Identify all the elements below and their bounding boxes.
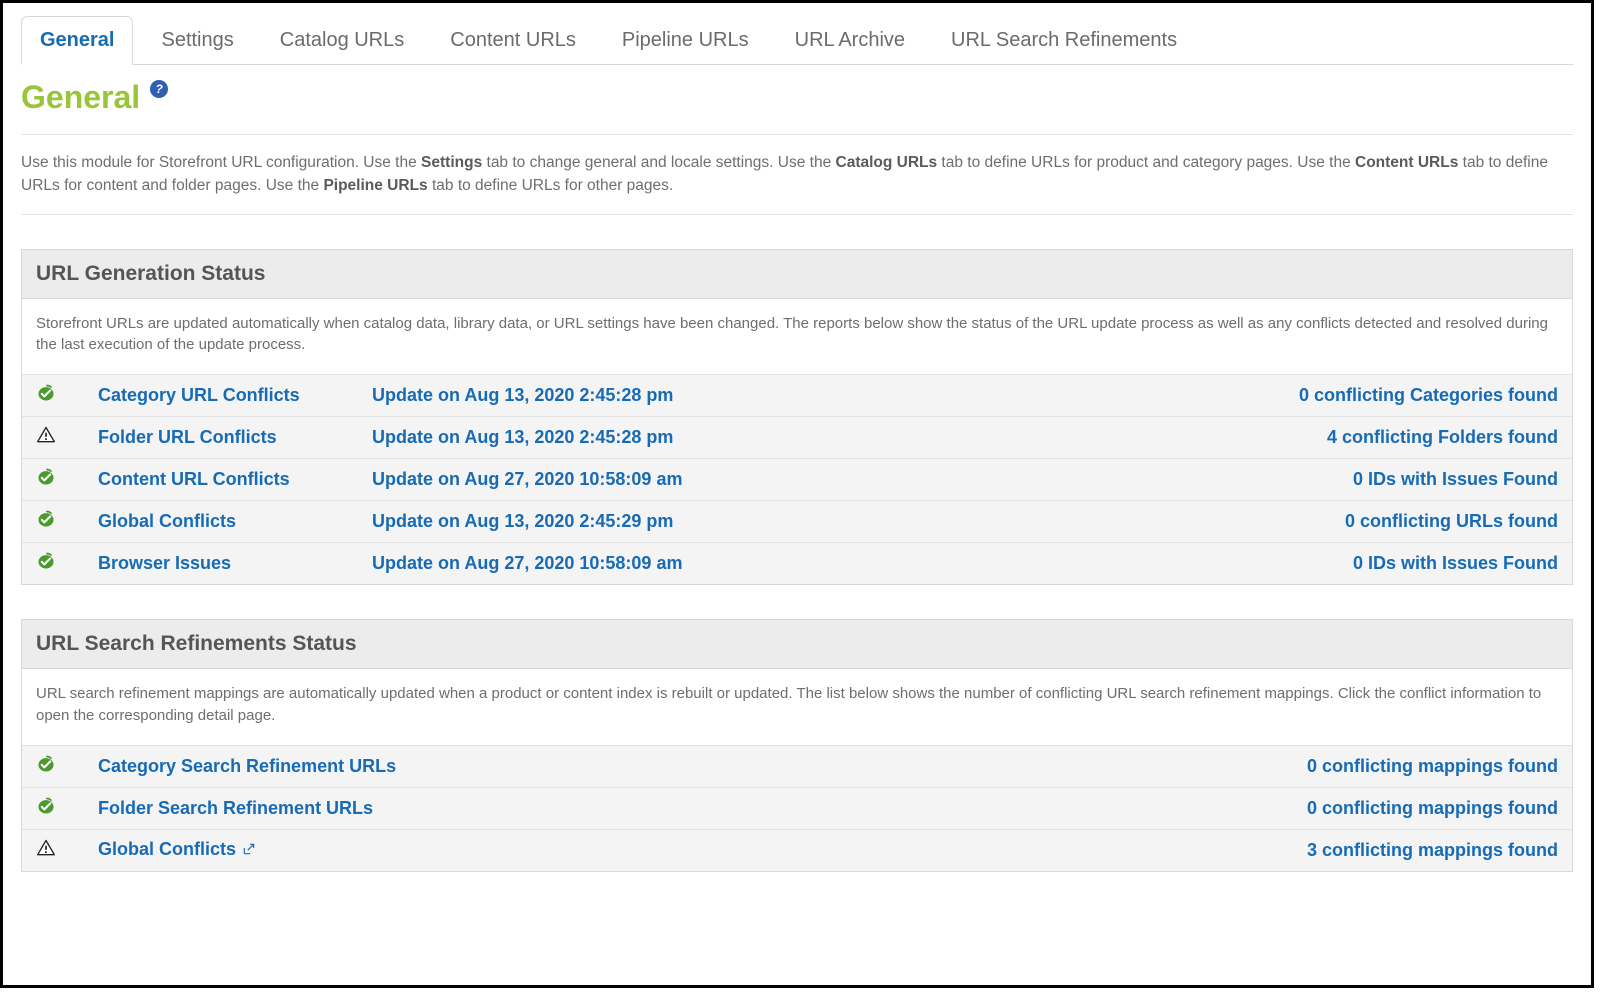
- checkmark-bubble-icon: [36, 796, 56, 821]
- url-search-refinements-status-header: URL Search Refinements Status: [22, 620, 1572, 669]
- intro-text: Use this module for Storefront URL confi…: [21, 151, 1573, 198]
- status-name-link[interactable]: Content URL Conflicts: [98, 469, 290, 489]
- help-icon[interactable]: ?: [150, 80, 168, 98]
- page-title: General: [21, 79, 140, 116]
- status-date-link[interactable]: Update on Aug 13, 2020 2:45:28 pm: [372, 427, 673, 447]
- status-icon-cell: [22, 787, 84, 829]
- status-name-cell: Folder URL Conflicts: [84, 417, 358, 459]
- status-row: Content URL Conflicts Update on Aug 27, 2…: [22, 459, 1572, 501]
- refinement-name-cell: Global Conflicts: [84, 829, 886, 871]
- refinement-count-link[interactable]: 0 conflicting mappings found: [1307, 756, 1558, 776]
- tab-url-search-refinements[interactable]: URL Search Refinements: [933, 17, 1195, 64]
- status-icon-cell: [22, 375, 84, 417]
- refinement-name-cell: Folder Search Refinement URLs: [84, 787, 886, 829]
- status-name-cell: Content URL Conflicts: [84, 459, 358, 501]
- tab-pipeline-urls[interactable]: Pipeline URLs: [604, 17, 767, 64]
- tab-settings[interactable]: Settings: [143, 17, 251, 64]
- intro-bold-content: Content URLs: [1355, 154, 1458, 171]
- intro-part: tab to define URLs for product and categ…: [937, 154, 1355, 171]
- status-count-link[interactable]: 0 IDs with Issues Found: [1353, 553, 1558, 573]
- status-date-cell: Update on Aug 13, 2020 2:45:29 pm: [358, 501, 1015, 543]
- status-name-link[interactable]: Category URL Conflicts: [98, 385, 300, 405]
- url-generation-status-section: URL Generation Status Storefront URLs ar…: [21, 249, 1573, 586]
- intro-part: tab to define URLs for other pages.: [428, 177, 674, 194]
- status-count-cell: 4 conflicting Folders found: [1015, 417, 1572, 459]
- checkmark-bubble-icon: [36, 467, 56, 492]
- intro-bold-catalog: Catalog URLs: [836, 154, 938, 171]
- status-date-link[interactable]: Update on Aug 27, 2020 10:58:09 am: [372, 469, 682, 489]
- status-icon-cell: [22, 417, 84, 459]
- refinement-name-link[interactable]: Folder Search Refinement URLs: [98, 798, 373, 818]
- status-row: Global Conflicts Update on Aug 13, 2020 2…: [22, 501, 1572, 543]
- status-row: Category URL Conflicts Update on Aug 13, …: [22, 375, 1572, 417]
- status-date-link[interactable]: Update on Aug 27, 2020 10:58:09 am: [372, 553, 682, 573]
- popout-icon[interactable]: [236, 840, 256, 861]
- status-count-cell: 0 IDs with Issues Found: [1015, 543, 1572, 585]
- checkmark-bubble-icon: [36, 754, 56, 779]
- checkmark-bubble-icon: [36, 509, 56, 534]
- page-heading: General ?: [21, 79, 1573, 116]
- intro-block: Use this module for Storefront URL confi…: [21, 134, 1573, 215]
- status-date-cell: Update on Aug 13, 2020 2:45:28 pm: [358, 375, 1015, 417]
- tab-content-urls[interactable]: Content URLs: [432, 17, 594, 64]
- refinement-count-link[interactable]: 3 conflicting mappings found: [1307, 840, 1558, 860]
- status-row: Browser Issues Update on Aug 27, 2020 10:…: [22, 543, 1572, 585]
- status-count-cell: 0 conflicting URLs found: [1015, 501, 1572, 543]
- status-name-link[interactable]: Browser Issues: [98, 553, 231, 573]
- intro-part: Use this module for Storefront URL confi…: [21, 154, 421, 171]
- tab-catalog-urls[interactable]: Catalog URLs: [262, 17, 423, 64]
- status-name-cell: Category URL Conflicts: [84, 375, 358, 417]
- status-name-link[interactable]: Folder URL Conflicts: [98, 427, 277, 447]
- status-date-cell: Update on Aug 27, 2020 10:58:09 am: [358, 459, 1015, 501]
- status-name-link[interactable]: Global Conflicts: [98, 511, 236, 531]
- status-name-cell: Global Conflicts: [84, 501, 358, 543]
- refinement-name-link[interactable]: Global Conflicts: [98, 839, 236, 859]
- status-date-link[interactable]: Update on Aug 13, 2020 2:45:28 pm: [372, 385, 673, 405]
- status-count-cell: 0 IDs with Issues Found: [1015, 459, 1572, 501]
- status-date-cell: Update on Aug 13, 2020 2:45:28 pm: [358, 417, 1015, 459]
- tab-url-archive[interactable]: URL Archive: [777, 17, 923, 64]
- warning-triangle-icon: [36, 425, 56, 450]
- status-row: Folder URL Conflicts Update on Aug 13, 20…: [22, 417, 1572, 459]
- tab-bar: General Settings Catalog URLs Content UR…: [21, 15, 1573, 65]
- checkmark-bubble-icon: [36, 383, 56, 408]
- refinement-row: Global Conflicts 3 conflicting mappings f…: [22, 829, 1572, 871]
- status-name-cell: Browser Issues: [84, 543, 358, 585]
- refinement-row: Folder Search Refinement URLs 0 conflicti…: [22, 787, 1572, 829]
- refinement-count-cell: 0 conflicting mappings found: [886, 745, 1572, 787]
- url-search-refinements-status-desc: URL search refinement mappings are autom…: [22, 669, 1572, 745]
- url-generation-status-desc: Storefront URLs are updated automaticall…: [22, 299, 1572, 375]
- status-count-link[interactable]: 4 conflicting Folders found: [1327, 427, 1558, 447]
- intro-bold-settings: Settings: [421, 154, 482, 171]
- checkmark-bubble-icon: [36, 551, 56, 576]
- app-frame: General Settings Catalog URLs Content UR…: [0, 0, 1594, 988]
- status-icon-cell: [22, 829, 84, 871]
- refinement-row: Category Search Refinement URLs 0 conflic…: [22, 745, 1572, 787]
- refinement-count-link[interactable]: 0 conflicting mappings found: [1307, 798, 1558, 818]
- refinement-name-cell: Category Search Refinement URLs: [84, 745, 886, 787]
- tab-general[interactable]: General: [21, 16, 133, 65]
- url-search-refinements-status-section: URL Search Refinements Status URL search…: [21, 619, 1573, 872]
- url-generation-status-table: Category URL Conflicts Update on Aug 13, …: [22, 374, 1572, 584]
- refinement-name-link[interactable]: Category Search Refinement URLs: [98, 756, 396, 776]
- status-date-link[interactable]: Update on Aug 13, 2020 2:45:29 pm: [372, 511, 673, 531]
- url-generation-status-header: URL Generation Status: [22, 250, 1572, 299]
- status-count-cell: 0 conflicting Categories found: [1015, 375, 1572, 417]
- status-count-link[interactable]: 0 conflicting Categories found: [1299, 385, 1558, 405]
- intro-bold-pipeline: Pipeline URLs: [323, 177, 427, 194]
- refinement-count-cell: 3 conflicting mappings found: [886, 829, 1572, 871]
- status-icon-cell: [22, 543, 84, 585]
- refinement-count-cell: 0 conflicting mappings found: [886, 787, 1572, 829]
- status-count-link[interactable]: 0 IDs with Issues Found: [1353, 469, 1558, 489]
- status-icon-cell: [22, 745, 84, 787]
- warning-triangle-icon: [36, 838, 56, 863]
- status-icon-cell: [22, 459, 84, 501]
- status-icon-cell: [22, 501, 84, 543]
- status-count-link[interactable]: 0 conflicting URLs found: [1345, 511, 1558, 531]
- status-date-cell: Update on Aug 27, 2020 10:58:09 am: [358, 543, 1015, 585]
- url-search-refinements-status-table: Category Search Refinement URLs 0 conflic…: [22, 745, 1572, 871]
- intro-part: tab to change general and locale setting…: [482, 154, 835, 171]
